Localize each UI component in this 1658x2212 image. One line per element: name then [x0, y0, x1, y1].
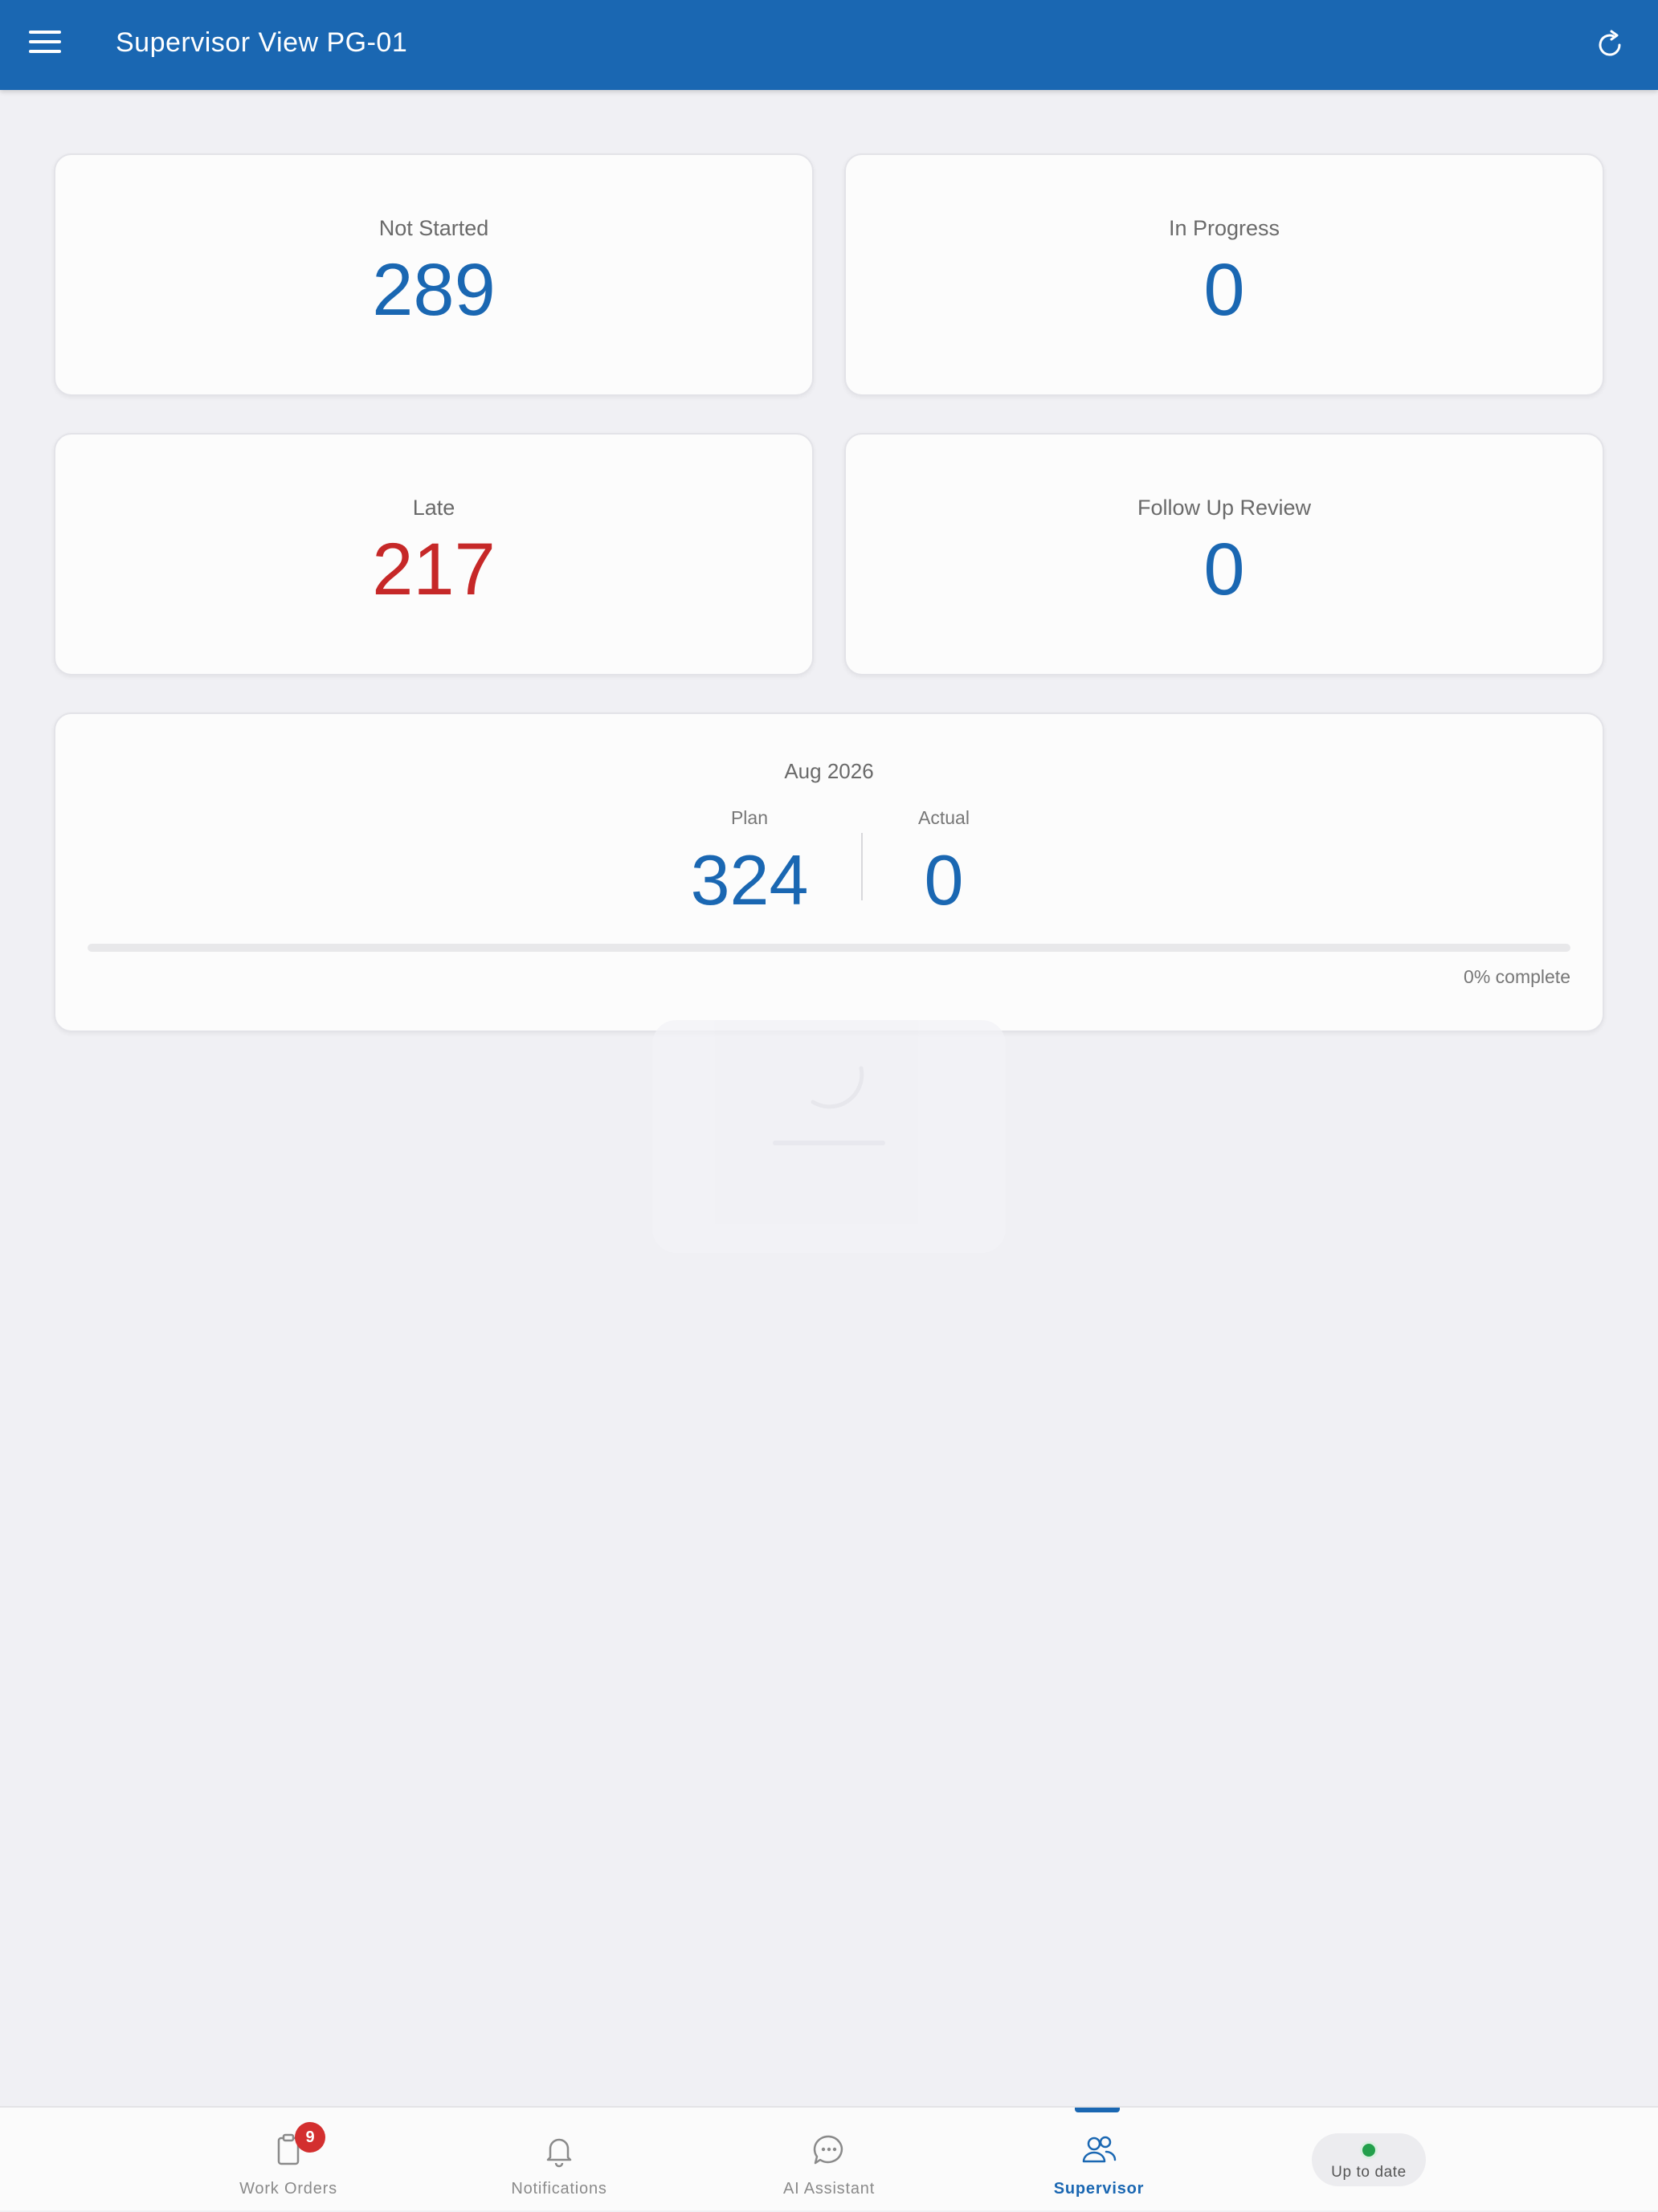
month-label: Aug 2026	[784, 759, 874, 783]
stat-card-late[interactable]: Late 217	[54, 433, 814, 675]
stat-label: In Progress	[1168, 216, 1280, 240]
spinner-icon	[811, 1066, 864, 1109]
bottom-navigation: 9 Work Orders Notifications AI Assistant…	[0, 2106, 1658, 2210]
refresh-icon[interactable]	[1592, 27, 1627, 63]
stat-card-in-progress[interactable]: In Progress 0	[844, 153, 1604, 396]
stat-value: 0	[1203, 529, 1245, 610]
stat-card-follow-up-review[interactable]: Follow Up Review 0	[844, 433, 1604, 675]
bell-icon	[546, 2138, 572, 2168]
nav-item-ai-assistant[interactable]: AI Assistant	[749, 2108, 909, 2212]
plan-label: Plan	[730, 807, 769, 828]
app-header: Supervisor View PG-01	[0, 0, 1658, 90]
sync-status-pill[interactable]: Up to date	[1312, 2133, 1426, 2186]
nav-item-notifications[interactable]: Notifications	[479, 2108, 639, 2212]
stat-card-not-started[interactable]: Not Started 289	[54, 153, 814, 396]
plan-column: Plan 324	[653, 807, 846, 916]
nav-label: Supervisor	[1053, 2180, 1145, 2198]
users-icon	[1082, 2136, 1117, 2163]
stat-value: 217	[372, 529, 496, 610]
plan-value: 324	[690, 840, 809, 920]
loading-bar	[773, 1141, 885, 1145]
nav-label: Notifications	[511, 2180, 607, 2198]
notification-badge: 9	[295, 2122, 325, 2153]
progress-bar	[88, 944, 1570, 952]
page-title: Supervisor View PG-01	[116, 27, 408, 58]
sync-status-text: Up to date	[1331, 2164, 1407, 2181]
stat-label: Follow Up Review	[1137, 496, 1312, 520]
nav-label: Work Orders	[239, 2180, 337, 2198]
stat-label: Late	[412, 496, 455, 520]
nav-label: AI Assistant	[782, 2180, 876, 2198]
actual-column: Actual 0	[847, 807, 1040, 916]
active-indicator	[1075, 2108, 1120, 2112]
actual-value: 0	[924, 840, 964, 920]
loading-overlay	[652, 1020, 1006, 1253]
nav-item-supervisor[interactable]: Supervisor	[1019, 2108, 1179, 2212]
progress-text: 0% complete	[1464, 966, 1570, 987]
status-dot-icon	[1360, 2141, 1378, 2159]
stat-label: Not Started	[378, 216, 489, 240]
nav-item-work-orders[interactable]: 9 Work Orders	[208, 2108, 369, 2212]
stat-value: 0	[1203, 249, 1245, 331]
actual-label: Actual	[918, 807, 970, 828]
month-summary-card: Aug 2026 Plan 324 Actual 0 0% complete	[54, 712, 1604, 1032]
chat-bubble-icon	[813, 2135, 843, 2165]
hamburger-menu-icon[interactable]	[29, 31, 61, 59]
stat-value: 289	[372, 249, 496, 331]
